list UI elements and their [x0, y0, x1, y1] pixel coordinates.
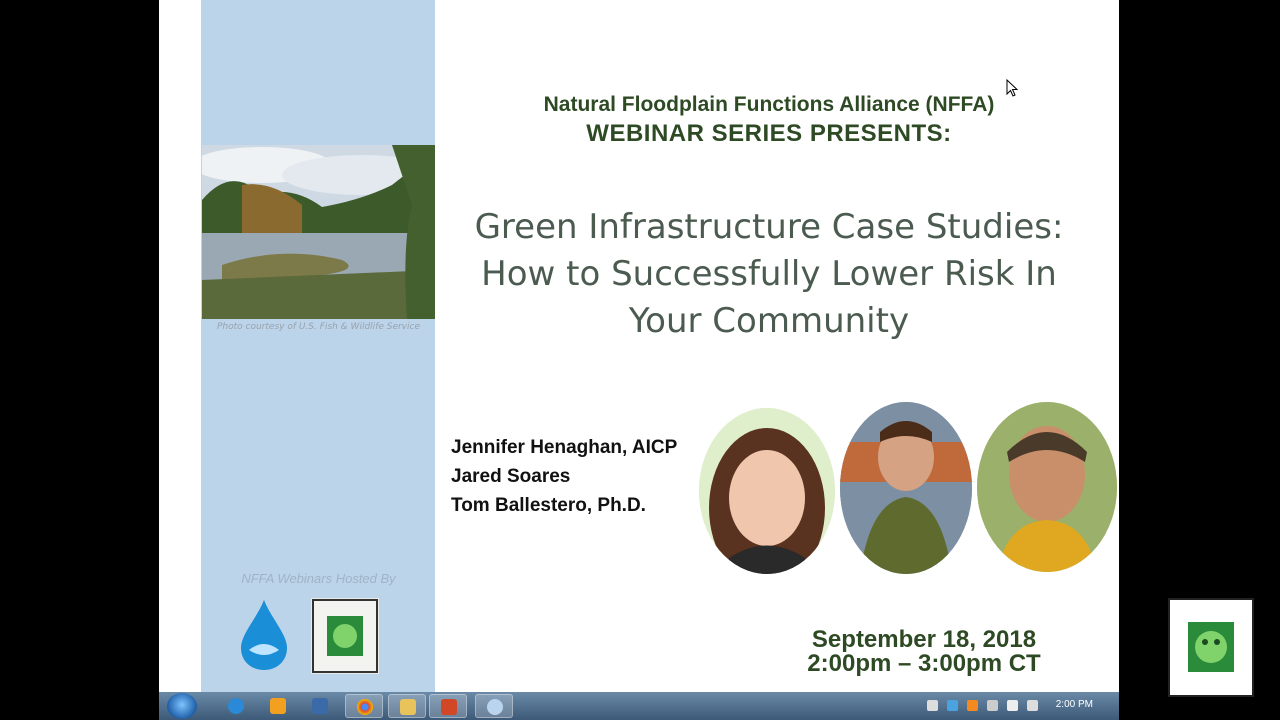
flag-icon[interactable] [1007, 700, 1018, 711]
taskbar-app-3[interactable] [301, 694, 339, 718]
left-band [201, 0, 435, 692]
aswm-frog-logo-large [1168, 598, 1254, 697]
chrome-icon [357, 699, 373, 715]
header-line-2: WEBINAR SERIES PRESENTS: [586, 120, 952, 147]
title-line-1: Green Infrastructure Case Studies: [474, 207, 1064, 247]
volume-icon[interactable] [1027, 700, 1038, 711]
asfpm-drop-logo [237, 598, 291, 672]
wetland-photo [202, 145, 435, 319]
hosted-by-label: NFFA Webinars Hosted By [241, 571, 396, 586]
mouse-cursor-icon [1006, 78, 1020, 103]
display-icon[interactable] [987, 700, 998, 711]
title-line-2: How to Successfully Lower Risk In [481, 254, 1057, 294]
speaker-portrait-1 [699, 408, 835, 574]
taskbar-media-player[interactable] [259, 694, 297, 718]
app-icon [312, 698, 328, 714]
taskbar-internet-explorer[interactable] [217, 694, 255, 718]
title-line-3: Your Community [628, 301, 910, 341]
speaker-name: Tom Ballestero, Ph.D. [451, 495, 646, 516]
taskbar-clock[interactable]: 2:00 PM [1056, 699, 1093, 710]
powerpoint-icon [441, 699, 457, 715]
aswm-frog-logo-small [311, 598, 379, 674]
network-icon[interactable] [947, 700, 958, 711]
taskbar-chrome[interactable] [345, 694, 383, 718]
speaker-portrait-2 [840, 402, 972, 574]
folder-icon [400, 699, 416, 715]
media-player-icon [270, 698, 286, 714]
internet-explorer-icon [228, 698, 244, 714]
speaker-name: Jennifer Henaghan, AICP [451, 437, 678, 458]
webinar-title: Green Infrastructure Case Studies: How t… [459, 204, 1079, 345]
header-line-1: Natural Floodplain Functions Alliance (N… [543, 93, 995, 116]
app-icon [487, 699, 503, 715]
app-tray-icon[interactable] [967, 700, 978, 711]
event-time: 2:00pm – 3:00pm CT [807, 650, 1041, 677]
taskbar-file-explorer[interactable] [388, 694, 426, 718]
taskbar-app-7[interactable] [475, 694, 513, 718]
speaker-name: Jared Soares [451, 466, 571, 487]
speaker-list: Jennifer Henaghan, AICP Jared Soares Tom… [451, 433, 677, 520]
taskbar-powerpoint[interactable] [429, 694, 467, 718]
windows-taskbar: 2:00 PM [159, 692, 1119, 720]
printer-icon[interactable] [927, 700, 938, 711]
speaker-portrait-3 [977, 402, 1117, 572]
start-button[interactable] [167, 693, 197, 719]
slide: Photo courtesy of U.S. Fish & Wildlife S… [159, 0, 1119, 692]
photo-caption: Photo courtesy of U.S. Fish & Wildlife S… [216, 322, 420, 332]
system-tray: 2:00 PM [899, 692, 1119, 720]
